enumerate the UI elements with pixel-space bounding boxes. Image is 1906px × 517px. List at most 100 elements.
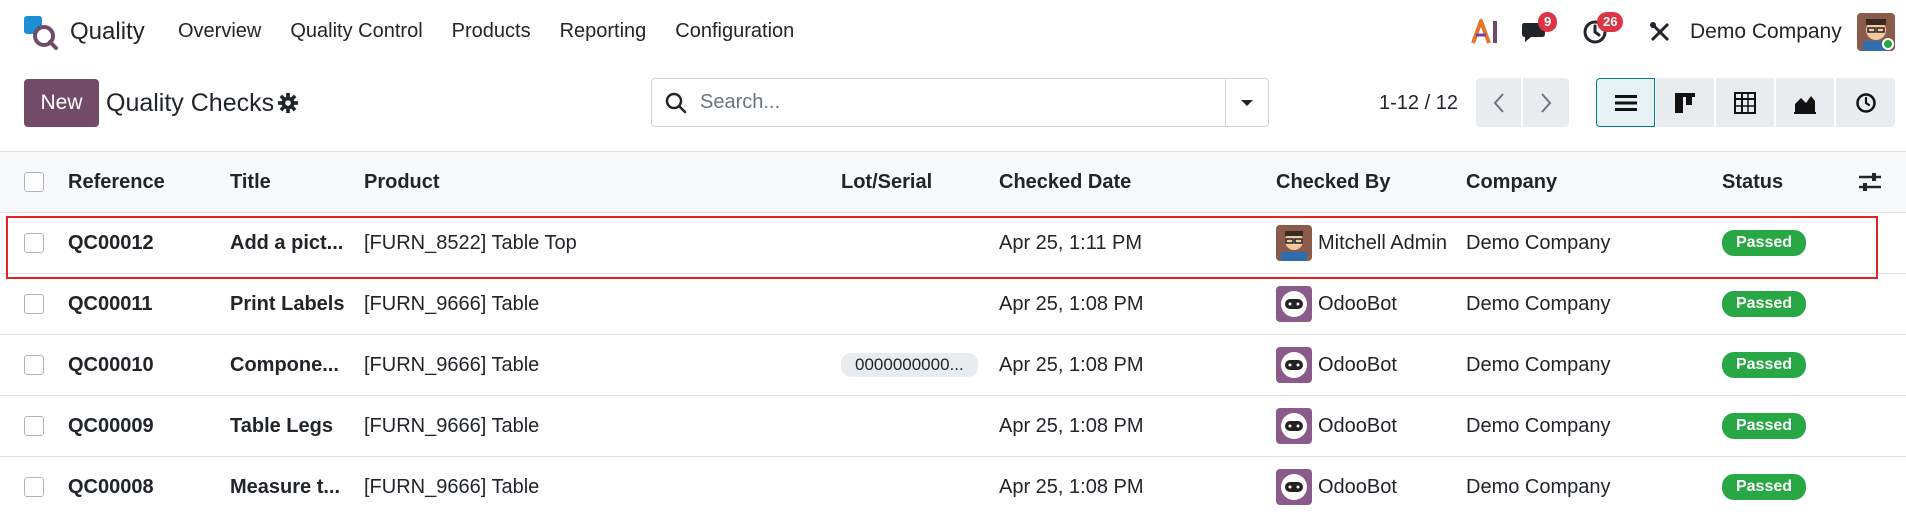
menu-products[interactable]: Products [452,20,531,43]
area-chart-icon [1794,95,1816,114]
row-select-cell [24,213,44,273]
column-header-product[interactable]: Product [364,152,664,212]
menu-reporting[interactable]: Reporting [560,20,647,43]
cell-status: Passed [1722,213,1806,273]
cell-title: Table Legs [230,414,333,437]
cell-checked-date: Apr 25, 1:08 PM [999,292,1144,315]
table-header: Reference Title Product Lot/Serial Check… [0,151,1906,213]
column-header-title[interactable]: Title [230,152,350,212]
row-checkbox[interactable] [24,477,44,497]
chevron-left-icon [1493,92,1504,113]
user-avatar[interactable] [1276,225,1312,261]
menu-quality-control[interactable]: Quality Control [290,20,422,43]
cell-checked-date: Apr 25, 1:08 PM [999,353,1144,376]
column-header-status[interactable]: Status [1722,152,1842,212]
table-row[interactable]: QC00011 Print Labels [FURN_9666] Table A… [0,274,1906,335]
row-checkbox[interactable] [24,416,44,436]
cell-product: [FURN_9666] Table [364,414,540,437]
column-header-lot-serial[interactable]: Lot/Serial [841,152,981,212]
cell-reference: QC00011 [68,292,153,315]
select-all-cell [24,152,44,212]
top-navbar: Quality Overview Quality Control Product… [0,0,1906,65]
table-row[interactable]: QC00009 Table Legs [FURN_9666] Table Apr… [0,396,1906,457]
list-icon [1614,94,1637,111]
row-checkbox[interactable] [24,294,44,314]
cell-title: Compone... [230,353,339,376]
row-select-cell [24,274,44,334]
chevron-right-icon [1541,92,1552,113]
view-pivot-button[interactable] [1716,78,1775,127]
row-select-cell [24,457,44,517]
cell-checked-date: Apr 25, 1:08 PM [999,475,1144,498]
user-name: OdooBot [1318,414,1397,437]
cell-reference: QC00009 [68,414,154,437]
user-name: OdooBot [1318,292,1397,315]
sliders-icon [1859,173,1881,191]
odoobot-avatar[interactable] [1276,286,1312,322]
table-row[interactable]: QC00012 Add a pict... [FURN_8522] Table … [0,213,1906,274]
cell-company: Demo Company [1466,475,1611,498]
cell-reference: QC00012 [68,231,154,254]
company-switcher[interactable]: Demo Company [1690,20,1842,44]
status-badge: Passed [1722,291,1806,317]
view-graph-button[interactable] [1776,78,1835,127]
cell-status: Passed [1722,335,1806,395]
pager-value[interactable]: 1-12 / 12 [1379,92,1458,115]
cell-product: [FURN_9666] Table [364,475,540,498]
column-header-checked-date[interactable]: Checked Date [999,152,1249,212]
table-row[interactable]: QC00010 Compone... [FURN_9666] Table 000… [0,335,1906,396]
pager-next-button[interactable] [1523,78,1569,127]
view-activity-button[interactable] [1836,78,1895,127]
new-button[interactable]: New [24,79,99,127]
cell-product: [FURN_9666] Table [364,292,540,315]
view-list-button[interactable] [1596,78,1655,127]
pivot-table-icon [1734,91,1756,114]
ai-icon[interactable] [1471,17,1501,47]
status-badge: Passed [1722,352,1806,378]
cell-checked-by: OdooBot [1276,457,1466,517]
quality-app-icon[interactable] [22,14,58,50]
app-name[interactable]: Quality [70,18,145,46]
status-badge: Passed [1722,474,1806,500]
menu-overview[interactable]: Overview [178,20,261,43]
cell-company: Demo Company [1466,353,1611,376]
menu-configuration[interactable]: Configuration [675,20,794,43]
search-bar [651,78,1269,127]
cell-product: [FURN_9666] Table [364,353,540,376]
lot-serial-tag[interactable]: 0000000000... [841,353,978,377]
cell-reference: QC00010 [68,353,154,376]
user-avatar[interactable] [1857,13,1895,51]
view-kanban-button[interactable] [1656,78,1715,127]
cell-checked-date: Apr 25, 1:11 PM [999,231,1143,254]
cell-status: Passed [1722,274,1806,334]
cell-company: Demo Company [1466,292,1611,315]
table-row[interactable]: QC00008 Measure t... [FURN_9666] Table A… [0,457,1906,517]
messages-badge: 9 [1538,12,1558,32]
row-checkbox[interactable] [24,355,44,375]
user-name: OdooBot [1318,475,1397,498]
search-options-toggle[interactable] [1225,79,1268,126]
cell-title: Measure t... [230,475,341,498]
gear-icon[interactable] [277,92,299,114]
select-all-checkbox[interactable] [24,172,44,192]
odoobot-avatar[interactable] [1276,469,1312,505]
cell-checked-date: Apr 25, 1:08 PM [999,414,1144,437]
cell-reference: QC00008 [68,475,154,498]
status-badge: Passed [1722,413,1806,439]
user-name: Mitchell Admin [1318,231,1447,254]
cell-company: Demo Company [1466,414,1611,437]
row-checkbox[interactable] [24,233,44,253]
column-header-company[interactable]: Company [1466,152,1666,212]
column-header-reference[interactable]: Reference [68,152,218,212]
search-input[interactable] [700,79,1200,126]
pager-previous-button[interactable] [1476,78,1522,127]
odoobot-avatar[interactable] [1276,408,1312,444]
kanban-icon [1675,92,1695,113]
odoobot-avatar[interactable] [1276,347,1312,383]
optional-columns-toggle[interactable] [1858,152,1882,212]
tools-icon[interactable] [1647,17,1673,47]
user-name: OdooBot [1318,353,1397,376]
search-icon [665,92,687,114]
activities-badge: 26 [1597,12,1624,32]
column-header-checked-by[interactable]: Checked By [1276,152,1456,212]
